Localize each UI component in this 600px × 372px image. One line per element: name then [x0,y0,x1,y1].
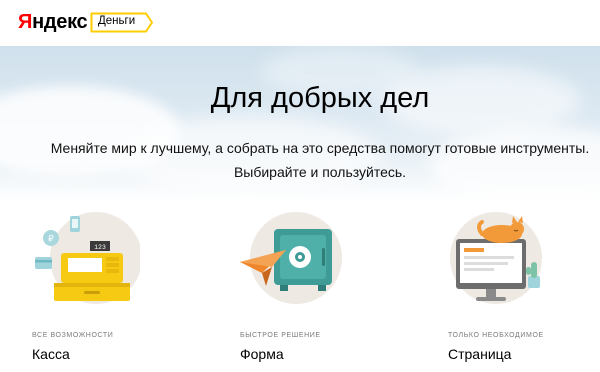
safe-paper-plane-icon [240,212,342,304]
header: Яндекс Деньги [0,0,600,46]
feature-title[interactable]: Страница [448,346,511,362]
feature-forma[interactable]: БЫСТРОЕ РЕШЕНИЕ Форма [238,205,408,372]
feature-label: БЫСТРОЕ РЕШЕНИЕ [240,332,321,339]
product-tag-label: Деньги [98,15,136,27]
feature-title[interactable]: Касса [32,346,70,362]
page-subtitle: Меняйте мир к лучшему, а собрать на это … [50,140,590,180]
feature-title[interactable]: Форма [240,346,284,362]
feature-kassa[interactable]: ₽ 123 ВСЕ ВОЗМОЖНОСТИ Касса [30,205,200,372]
feature-stranitsa[interactable]: ТОЛЬКО НЕОБХОДИМОЕ Страница [446,205,600,372]
yandex-logo[interactable]: Яндекс [18,11,88,34]
svg-text:₽: ₽ [48,234,54,244]
feature-label: ВСЕ ВОЗМОЖНОСТИ [32,332,114,339]
webpage-cat-icon [450,212,542,304]
page-title: Для добрых дел [210,82,430,114]
svg-text:123: 123 [94,244,106,251]
cash-register-icon: ₽ 123 [35,212,140,304]
feature-label: ТОЛЬКО НЕОБХОДИМОЕ [448,332,544,339]
